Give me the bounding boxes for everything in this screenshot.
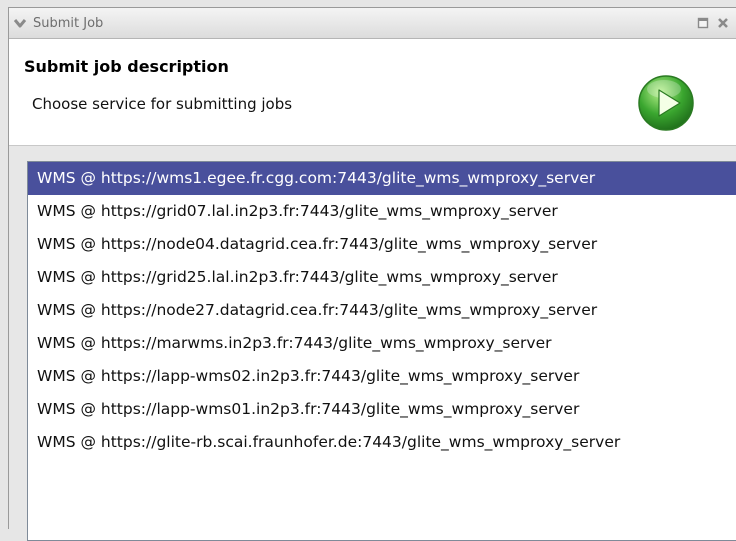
window-title: Submit Job [33, 15, 104, 31]
close-icon[interactable] [716, 16, 730, 30]
list-item[interactable]: WMS @ https://grid25.lal.in2p3.fr:7443/g… [28, 261, 736, 294]
list-item[interactable]: WMS @ https://grid07.lal.in2p3.fr:7443/g… [28, 195, 736, 228]
maximize-icon[interactable] [696, 16, 710, 30]
title-bar: Submit Job [9, 8, 736, 39]
play-icon [638, 75, 694, 131]
chevron-down-icon[interactable] [13, 16, 27, 30]
list-item[interactable]: WMS @ https://wms1.egee.fr.cgg.com:7443/… [28, 162, 736, 195]
list-item[interactable]: WMS @ https://node04.datagrid.cea.fr:744… [28, 228, 736, 261]
list-item[interactable]: WMS @ https://marwms.in2p3.fr:7443/glite… [28, 327, 736, 360]
service-list[interactable]: WMS @ https://wms1.egee.fr.cgg.com:7443/… [27, 161, 736, 541]
list-item[interactable]: WMS @ https://lapp-wms02.in2p3.fr:7443/g… [28, 360, 736, 393]
submit-job-window: Submit Job Submit job description Choose… [8, 7, 736, 541]
list-item[interactable]: WMS @ https://glite-rb.scai.fraunhofer.d… [28, 426, 736, 459]
list-item[interactable]: WMS @ https://lapp-wms01.in2p3.fr:7443/g… [28, 393, 736, 426]
page-description: Choose service for submitting jobs [32, 95, 293, 113]
page-title: Submit job description [24, 57, 229, 76]
list-item[interactable]: WMS @ https://node27.datagrid.cea.fr:744… [28, 294, 736, 327]
wizard-header: Submit job description Choose service fo… [9, 39, 736, 146]
content-area: WMS @ https://wms1.egee.fr.cgg.com:7443/… [9, 146, 736, 541]
